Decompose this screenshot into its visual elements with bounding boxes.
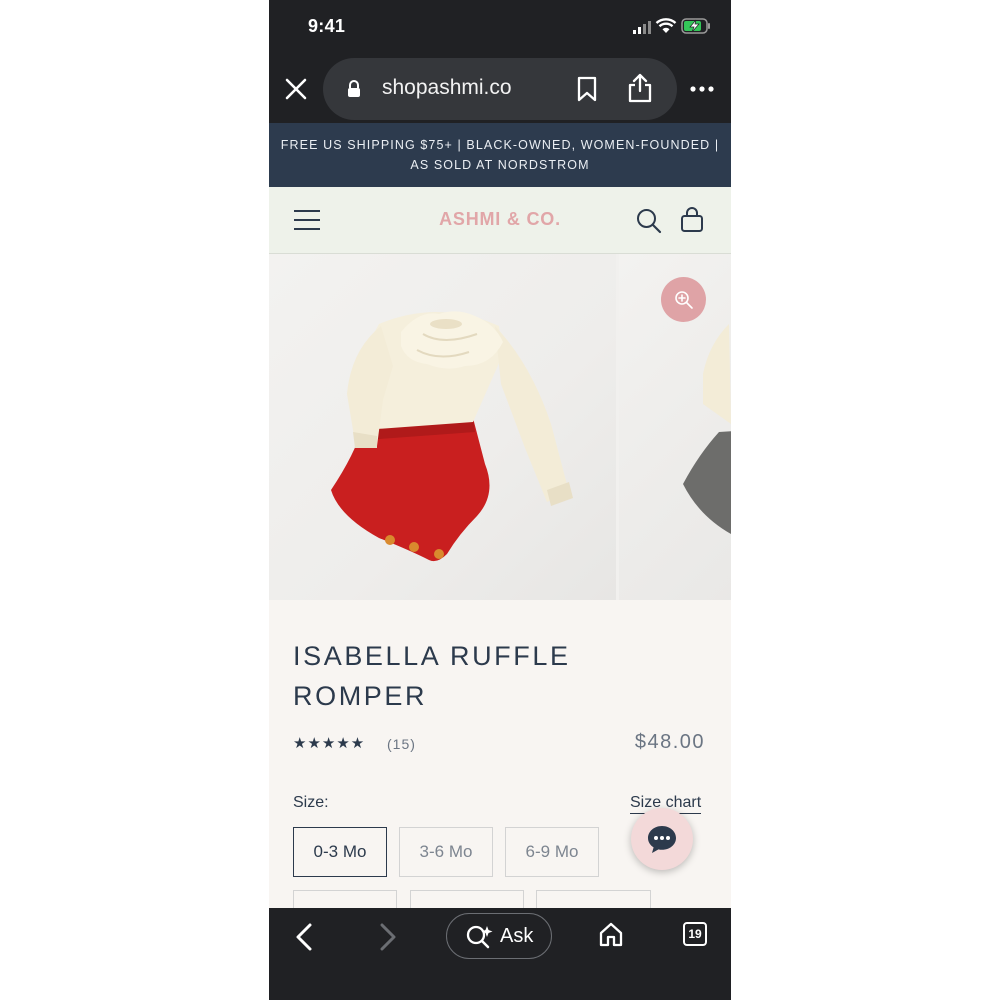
size-label: Size:	[293, 794, 329, 811]
zoom-in-icon	[675, 291, 693, 309]
zoom-button[interactable]	[661, 277, 706, 322]
status-time: 9:41	[308, 16, 346, 36]
address-bar[interactable]: shopashmi.co	[323, 58, 677, 120]
product-title: ISABELLA RUFFLE ROMPER	[293, 636, 623, 716]
phone-screen: 9:41 shopashmi.co FREE US SHIPPING $75+ …	[269, 0, 731, 1000]
product-title-line-1: ISABELLA RUFFLE	[293, 641, 571, 671]
more-options-icon[interactable]	[689, 78, 715, 100]
status-bar: 9:41	[269, 0, 731, 56]
browser-toolbar: shopashmi.co	[269, 56, 731, 123]
chat-button[interactable]	[631, 808, 693, 870]
ask-label: Ask	[500, 925, 534, 947]
url-text[interactable]: shopashmi.co	[382, 76, 512, 100]
site-header: ASHMI & CO.	[269, 187, 731, 254]
product-price: $48.00	[634, 731, 705, 753]
chat-bubble-icon	[648, 826, 676, 853]
rating-stars[interactable]: ★★★★★	[293, 734, 365, 752]
battery-charging-icon	[681, 18, 710, 34]
size-option-0-3-mo[interactable]: 0-3 Mo	[293, 827, 387, 877]
tab-count-button[interactable]: 19	[683, 922, 707, 946]
cellular-signal-icon	[633, 21, 651, 34]
size-option-3-6-mo[interactable]: 3-6 Mo	[399, 827, 493, 877]
search-icon[interactable]	[636, 208, 662, 234]
close-icon[interactable]	[283, 76, 309, 102]
share-icon[interactable]	[627, 72, 653, 104]
forward-arrow-icon[interactable]	[377, 922, 399, 952]
ask-search-sparkle-icon	[466, 925, 493, 949]
ask-button[interactable]: Ask	[446, 913, 552, 959]
back-arrow-icon[interactable]	[293, 922, 315, 952]
product-image-main[interactable]	[269, 254, 616, 600]
bookmark-icon[interactable]	[576, 76, 598, 102]
lock-icon	[348, 80, 360, 97]
review-count[interactable]: (15)	[387, 736, 416, 752]
shopping-bag-icon[interactable]	[680, 207, 704, 233]
browser-bottom-bar: Ask 19	[269, 908, 731, 1000]
announcement-line-1: FREE US SHIPPING $75+ | BLACK-OWNED, WOM…	[280, 138, 720, 152]
romper-illustration	[331, 311, 573, 562]
product-title-line-2: ROMPER	[293, 681, 428, 711]
announcement-line-2: AS SOLD AT NORDSTROM	[410, 158, 590, 172]
size-option-6-9-mo[interactable]: 6-9 Mo	[505, 827, 599, 877]
product-gallery[interactable]	[269, 254, 731, 600]
wifi-icon	[655, 18, 677, 33]
home-icon[interactable]	[598, 921, 624, 947]
announcement-bar: FREE US SHIPPING $75+ | BLACK-OWNED, WOM…	[269, 123, 731, 187]
